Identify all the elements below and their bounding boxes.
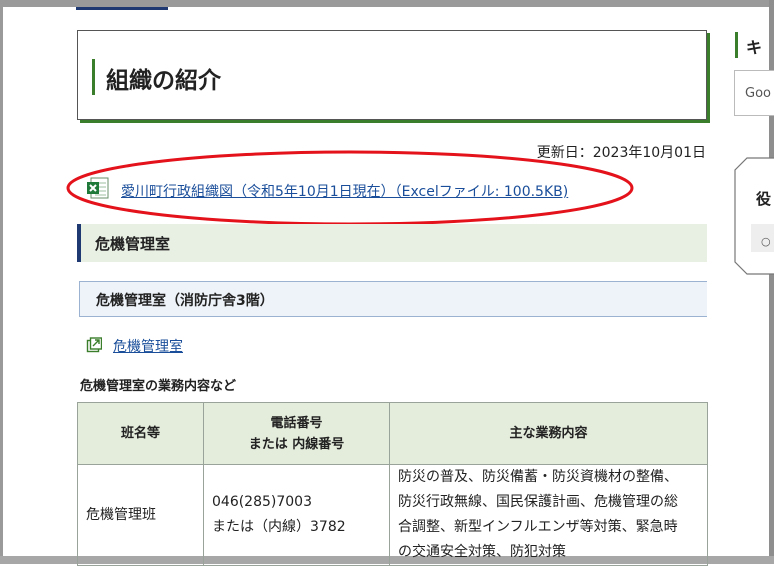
duty-line: 防災の普及、防災備蓄・防災資機材の整備、 (398, 469, 678, 485)
updated-date: 更新日：2023年10月01日 (536, 145, 706, 161)
table-caption: 危機管理室の業務内容など (80, 379, 237, 394)
screenshot-frame-left (0, 0, 3, 564)
sidebar-badge-shape (734, 157, 774, 275)
page-title-box: 組織の紹介 (77, 30, 707, 120)
duty-line: 防災行政無線、国民保護計画、危機管理の総 (398, 494, 678, 510)
title-accent-bar (92, 59, 95, 95)
header-duties: 主な業務内容 (389, 402, 708, 465)
screenshot-frame-top (0, 0, 774, 7)
excel-file-icon[interactable] (86, 176, 110, 200)
header-phone-line1: 電話番号 (270, 415, 323, 431)
sidebar-heading-accent (735, 32, 738, 58)
header-phone-line2: または 内線番号 (248, 436, 345, 452)
table-row: 危機管理班 046(285)7003 または（内線）3782 防災の普及、防災備… (77, 464, 708, 566)
crisis-management-link[interactable]: 危機管理室 (113, 336, 183, 356)
header-name: 班名等 (77, 402, 204, 465)
duties-table: 班名等 電話番号 または 内線番号 主な業務内容 危機管理班 046(285)7… (77, 402, 708, 566)
section-heading: 危機管理室 (77, 224, 707, 262)
row-phone: 046(285)7003 または（内線）3782 (203, 464, 390, 566)
external-link-icon[interactable] (86, 337, 102, 353)
top-nav-accent (76, 7, 168, 10)
row-extension: または（内線）3782 (212, 519, 346, 535)
sidebar-search-placeholder: Goo (745, 86, 771, 101)
section-subheading: 危機管理室（消防庁舎3階） (79, 281, 707, 317)
section-heading-text: 危機管理室 (95, 235, 171, 253)
table-header-row: 班名等 電話番号 または 内線番号 主な業務内容 (77, 402, 708, 465)
section-subheading-text: 危機管理室（消防庁舎3階） (96, 293, 274, 309)
row-name: 危機管理班 (77, 464, 204, 566)
org-chart-excel-link[interactable]: 愛川町行政組織図（令和5年10月1日現在）（Excelファイル: 100.5KB… (121, 181, 568, 201)
sidebar-heading: キ (746, 38, 763, 57)
row-phone-number: 046(285)7003 (212, 494, 312, 510)
duty-line: の交通安全対策、防犯対策 (398, 544, 566, 560)
sidebar-badge-small: ○ (761, 235, 771, 248)
sidebar-search-input[interactable]: Goo (734, 70, 774, 116)
header-phone: 電話番号 または 内線番号 (203, 402, 390, 465)
page-title: 組織の紹介 (106, 68, 221, 94)
sidebar-badge-text[interactable]: 役 (756, 188, 771, 209)
duty-line: 合調整、新型インフルエンザ等対策、緊急時 (398, 519, 678, 535)
row-duties: 防災の普及、防災備蓄・防災資機材の整備、 防災行政無線、国民保護計画、危機管理の… (389, 464, 708, 566)
